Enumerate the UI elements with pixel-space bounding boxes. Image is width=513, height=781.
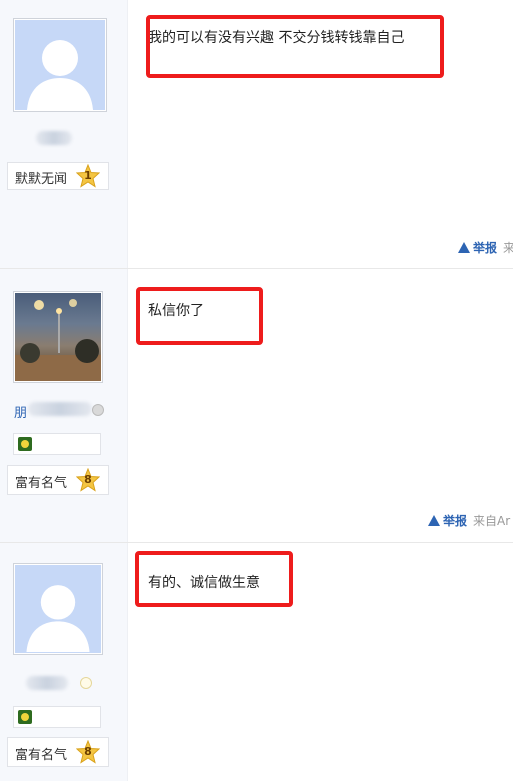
author-sidebar: 默默无闻 1 — [0, 0, 128, 268]
level-title: 富有名气 — [15, 476, 68, 491]
highlight-box — [146, 15, 444, 78]
avatar[interactable] — [13, 18, 107, 112]
source-label: 来 — [503, 241, 513, 255]
emblem-icon — [92, 404, 104, 416]
medal-slot — [13, 433, 101, 455]
post-3: 富有名气 8 有的、诚信做生意 — [0, 543, 513, 781]
post-2: 朋 富有名气 8 私信你了 举报 来自Ar — [0, 269, 513, 543]
warning-icon — [458, 242, 470, 253]
report-link[interactable]: 举报 — [428, 514, 467, 528]
username-blurred — [26, 676, 68, 690]
level-number: 8 — [84, 745, 92, 758]
level-title: 富有名气 — [15, 748, 68, 763]
highlight-box — [135, 551, 293, 607]
post-footer: 举报 来自Ar — [428, 512, 510, 529]
level-badge: 默默无闻 1 — [7, 162, 109, 190]
username-blurred[interactable] — [36, 131, 72, 145]
star-icon: 8 — [75, 467, 101, 492]
author-sidebar: 朋 富有名气 8 — [0, 269, 128, 542]
post-footer: 举报来 — [458, 239, 513, 256]
level-number: 1 — [84, 169, 92, 182]
level-badge: 富有名气 8 — [7, 737, 109, 767]
default-avatar-icon — [27, 40, 93, 110]
highlight-box — [136, 287, 263, 345]
medal-icon[interactable] — [18, 710, 32, 724]
medal-icon[interactable] — [18, 437, 32, 451]
default-avatar-icon — [26, 585, 90, 652]
emblem-icon — [80, 677, 92, 689]
username[interactable]: 朋 — [14, 402, 27, 421]
medal-slot — [13, 706, 101, 728]
avatar[interactable] — [13, 563, 103, 655]
username-blurred — [28, 402, 92, 416]
level-number: 8 — [84, 473, 92, 486]
star-icon: 8 — [75, 739, 101, 764]
warning-icon — [428, 515, 440, 526]
level-title: 默默无闻 — [15, 172, 68, 187]
photo-avatar-image — [15, 299, 101, 381]
star-icon: 1 — [75, 163, 101, 188]
source-label: 来自Ar — [473, 514, 511, 528]
author-sidebar: 富有名气 8 — [0, 543, 128, 781]
report-link[interactable]: 举报 — [458, 241, 497, 255]
post-1: 默默无闻 1 我的可以有没有兴趣 不交分钱转钱靠自己 举报来 — [0, 0, 513, 269]
level-badge: 富有名气 8 — [7, 465, 109, 495]
avatar[interactable] — [13, 291, 103, 383]
